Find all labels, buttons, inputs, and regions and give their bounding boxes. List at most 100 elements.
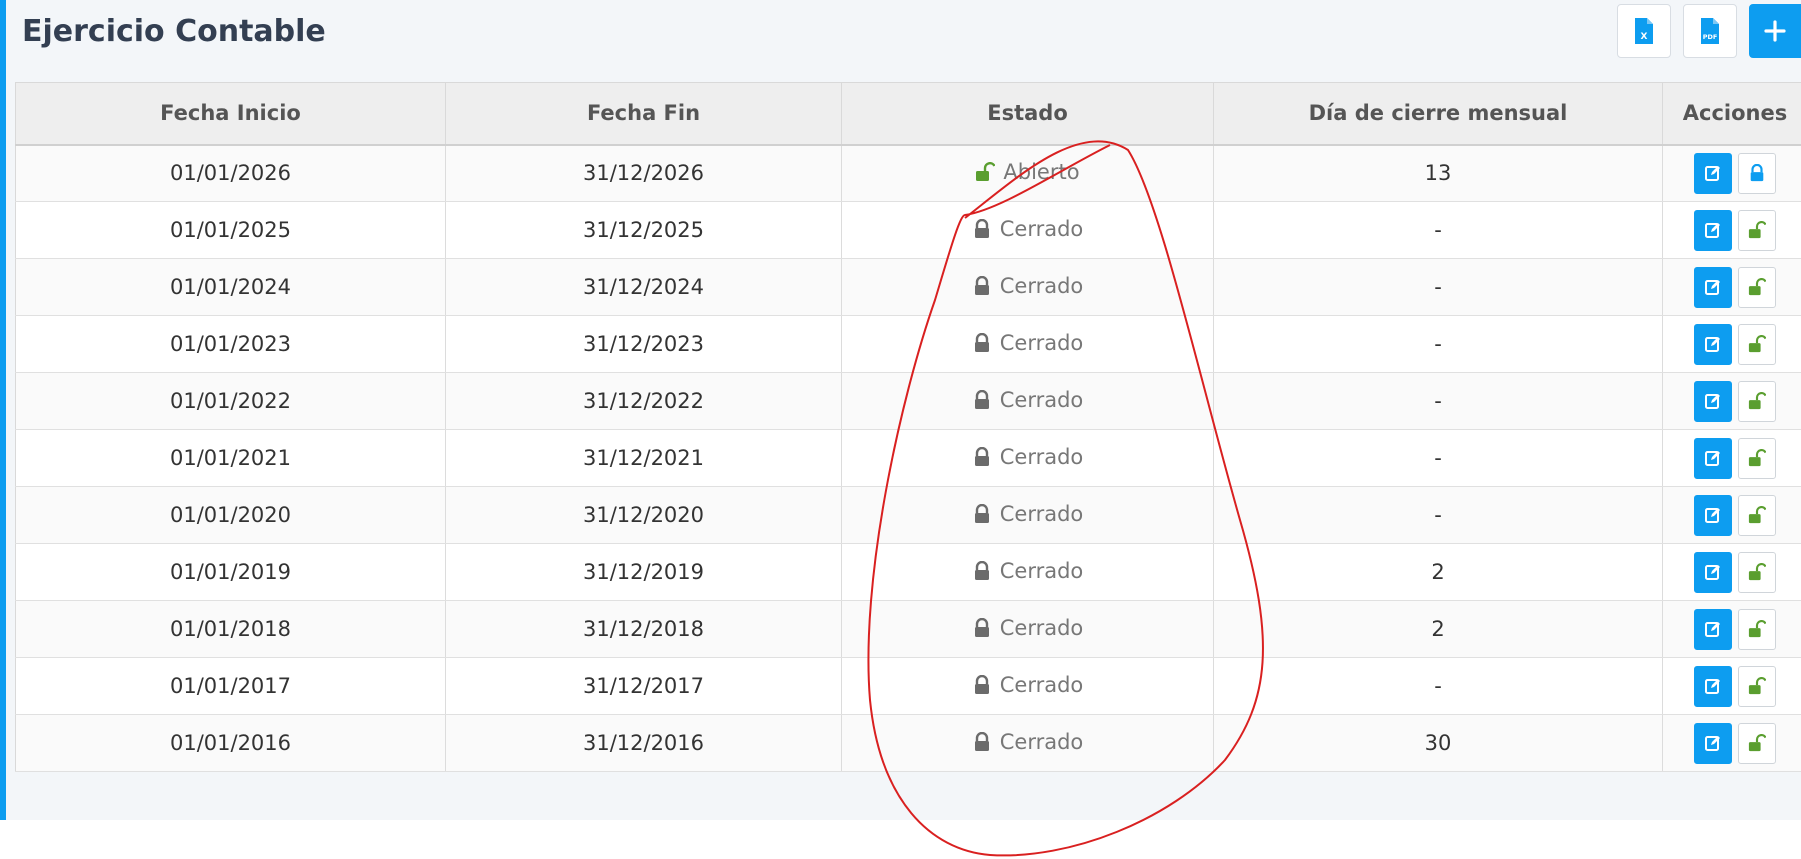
column-header-fecha-inicio[interactable]: Fecha Inicio [15, 82, 446, 146]
lock-icon [1750, 164, 1764, 182]
column-header-estado[interactable]: Estado [841, 82, 1214, 146]
lock-icon [974, 332, 989, 352]
close-period-button[interactable] [1738, 152, 1776, 194]
cell-fecha-inicio: 01/01/2022 [15, 372, 446, 430]
lock-icon [974, 275, 989, 295]
column-header-dia-cierre[interactable]: Día de cierre mensual [1213, 82, 1663, 146]
table-header-row: Fecha Inicio Fecha Fin Estado Día de cie… [15, 82, 1801, 146]
table-row: 01/01/2020 31/12/2020 Cerrado - [15, 486, 1801, 544]
cell-fecha-fin: 31/12/2020 [445, 486, 842, 544]
unlock-icon [976, 161, 996, 181]
page-title: Ejercicio Contable [22, 14, 326, 49]
cell-estado: Cerrado [841, 486, 1214, 544]
cell-dia-cierre: - [1213, 258, 1663, 316]
column-header-acciones: Acciones [1662, 82, 1801, 146]
table-row: 01/01/2024 31/12/2024 Cerrado - [15, 258, 1801, 316]
column-header-fecha-fin[interactable]: Fecha Fin [445, 82, 842, 146]
estado-label: Cerrado [999, 615, 1084, 640]
estado-badge: Cerrado [972, 330, 1084, 355]
reopen-button[interactable] [1738, 722, 1776, 764]
unlock-icon [1748, 392, 1766, 410]
edit-button[interactable] [1694, 152, 1732, 194]
reopen-button[interactable] [1738, 551, 1776, 593]
reopen-button[interactable] [1738, 494, 1776, 536]
cell-acciones [1662, 429, 1801, 487]
cell-acciones [1662, 714, 1801, 772]
add-button[interactable] [1749, 4, 1801, 58]
reopen-button[interactable] [1738, 608, 1776, 650]
cell-fecha-inicio: 01/01/2023 [15, 315, 446, 373]
cell-fecha-inicio: 01/01/2021 [15, 429, 446, 487]
pdf-file-icon: PDF [1699, 17, 1721, 45]
reopen-button[interactable] [1738, 209, 1776, 251]
reopen-button[interactable] [1738, 665, 1776, 707]
cell-dia-cierre: 13 [1213, 144, 1663, 202]
table-body: 01/01/2026 31/12/2026 Abierto 13 01/01/2025 3… [15, 144, 1801, 772]
estado-badge: Cerrado [972, 672, 1084, 697]
edit-button[interactable] [1694, 209, 1732, 251]
cell-dia-cierre: 2 [1213, 600, 1663, 658]
edit-button[interactable] [1694, 323, 1732, 365]
table-row: 01/01/2022 31/12/2022 Cerrado - [15, 372, 1801, 430]
cell-dia-cierre: 30 [1213, 714, 1663, 772]
edit-icon [1705, 166, 1720, 182]
cell-dia-cierre: - [1213, 315, 1663, 373]
edit-icon [1705, 565, 1720, 580]
estado-label: Cerrado [999, 672, 1084, 697]
edit-icon [1705, 622, 1720, 637]
cell-dia-cierre: - [1213, 657, 1663, 715]
reopen-button[interactable] [1738, 380, 1776, 422]
lock-icon [974, 560, 989, 580]
cell-fecha-inicio: 01/01/2025 [15, 201, 446, 259]
unlock-icon [1748, 221, 1766, 239]
estado-badge: Cerrado [972, 217, 1083, 241]
cell-fecha-fin: 31/12/2019 [445, 543, 842, 601]
edit-button[interactable] [1694, 437, 1732, 479]
cell-estado: Cerrado [841, 543, 1214, 601]
estado-badge: Cerrado [972, 387, 1084, 412]
lock-icon [974, 731, 989, 751]
estado-label: Cerrado [999, 387, 1084, 412]
edit-button[interactable] [1694, 551, 1732, 593]
cell-fecha-fin: 31/12/2021 [445, 429, 842, 487]
reopen-button[interactable] [1738, 437, 1776, 479]
estado-label: Cerrado [999, 273, 1084, 298]
edit-icon [1705, 223, 1720, 238]
estado-label: Cerrado [999, 330, 1084, 355]
edit-icon [1705, 337, 1720, 352]
table-row: 01/01/2017 31/12/2017 Cerrado - [15, 657, 1801, 715]
lock-icon [974, 503, 989, 523]
table-row: 01/01/2025 31/12/2025 Cerrado - [15, 201, 1801, 259]
cell-estado: Cerrado [841, 258, 1214, 316]
lock-icon [974, 674, 989, 694]
cell-fecha-fin: 31/12/2022 [445, 372, 842, 430]
unlock-icon [1748, 734, 1766, 752]
cell-estado: Cerrado [841, 201, 1214, 259]
table-row: 01/01/2016 31/12/2016 Cerrado 30 [15, 714, 1801, 772]
cell-acciones [1662, 486, 1801, 544]
export-pdf-button[interactable]: PDF [1683, 4, 1737, 58]
edit-button[interactable] [1694, 665, 1732, 707]
unlock-icon [1748, 449, 1766, 467]
edit-button[interactable] [1694, 722, 1732, 764]
edit-button[interactable] [1694, 380, 1732, 422]
edit-button[interactable] [1694, 608, 1732, 650]
estado-badge: Abierto [975, 160, 1080, 184]
export-excel-button[interactable]: X [1617, 4, 1671, 58]
reopen-button[interactable] [1738, 266, 1776, 308]
edit-button[interactable] [1694, 494, 1732, 536]
edit-icon [1705, 736, 1720, 751]
unlock-icon [1748, 335, 1766, 353]
lock-icon [974, 389, 989, 409]
cell-acciones [1662, 543, 1801, 601]
reopen-button[interactable] [1738, 323, 1776, 365]
cell-acciones [1662, 144, 1801, 202]
estado-label: Cerrado [999, 444, 1084, 469]
unlock-icon [1748, 506, 1766, 524]
unlock-icon [1748, 278, 1766, 296]
cell-fecha-fin: 31/12/2018 [445, 600, 842, 658]
page: Ejercicio Contable X PDF Fecha Inicio Fe… [0, 0, 1801, 820]
cell-fecha-fin: 31/12/2026 [445, 144, 842, 202]
edit-button[interactable] [1694, 266, 1732, 308]
cell-acciones [1662, 657, 1801, 715]
